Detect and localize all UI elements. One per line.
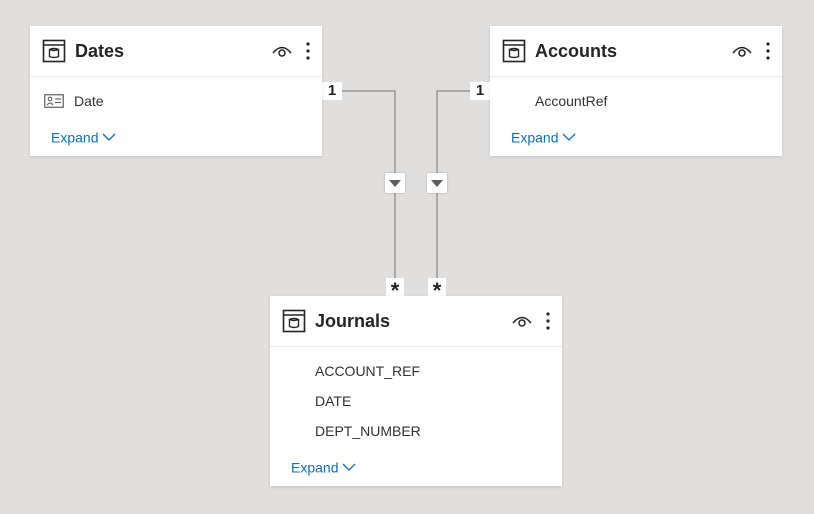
cardinality-one-accounts: 1 (470, 82, 490, 100)
expand-label: Expand (291, 459, 339, 476)
chevron-down-icon (563, 133, 576, 142)
table-icon (282, 309, 306, 333)
field-date[interactable]: DATE (315, 392, 351, 410)
table-card-journals[interactable]: Journals ACCOUNT_REF DATE DEPT_NUMBER Ex… (270, 296, 562, 486)
table-card-header[interactable]: Journals (270, 296, 562, 347)
more-options-icon[interactable] (304, 40, 312, 62)
field-dept-number[interactable]: DEPT_NUMBER (315, 422, 421, 440)
relationship-line-accounts-journals (436, 90, 490, 296)
field-date[interactable]: Date (74, 92, 104, 110)
filter-direction-accounts-journals[interactable] (427, 173, 447, 193)
expand-label: Expand (51, 129, 99, 146)
eye-icon[interactable] (512, 313, 532, 329)
cardinality-many-dates-journals: * (386, 278, 404, 303)
expand-label: Expand (511, 129, 559, 146)
table-card-header[interactable]: Accounts (490, 26, 782, 77)
eye-icon[interactable] (272, 43, 292, 59)
table-title: Journals (315, 311, 391, 331)
table-card-dates[interactable]: Dates Date Expand (30, 26, 322, 156)
expand-link[interactable]: Expand (291, 457, 356, 476)
field-account-ref[interactable]: ACCOUNT_REF (315, 362, 420, 380)
expand-link[interactable]: Expand (51, 127, 116, 146)
table-title: Dates (75, 41, 125, 61)
expand-link[interactable]: Expand (511, 127, 576, 146)
table-card-header[interactable]: Dates (30, 26, 322, 77)
more-options-icon[interactable] (544, 310, 552, 332)
filter-direction-icon (431, 180, 443, 187)
table-icon (502, 39, 526, 63)
table-title: Accounts (535, 41, 618, 61)
table-card-accounts[interactable]: Accounts AccountRef Expand (490, 26, 782, 156)
field-accountref[interactable]: AccountRef (535, 92, 607, 110)
relationship-line-dates-journals (322, 90, 396, 296)
cardinality-many-accounts-journals: * (428, 278, 446, 303)
filter-direction-icon (389, 180, 401, 187)
chevron-down-icon (343, 463, 356, 472)
filter-direction-dates-journals[interactable] (385, 173, 405, 193)
cardinality-one-dates: 1 (322, 82, 342, 100)
chevron-down-icon (103, 133, 116, 142)
model-view-canvas[interactable]: 1 1 * * Dates Date Expand Accounts Accou… (0, 0, 814, 514)
eye-icon[interactable] (732, 43, 752, 59)
table-icon (42, 39, 66, 63)
more-options-icon[interactable] (764, 40, 772, 62)
field-card-icon (44, 94, 64, 108)
